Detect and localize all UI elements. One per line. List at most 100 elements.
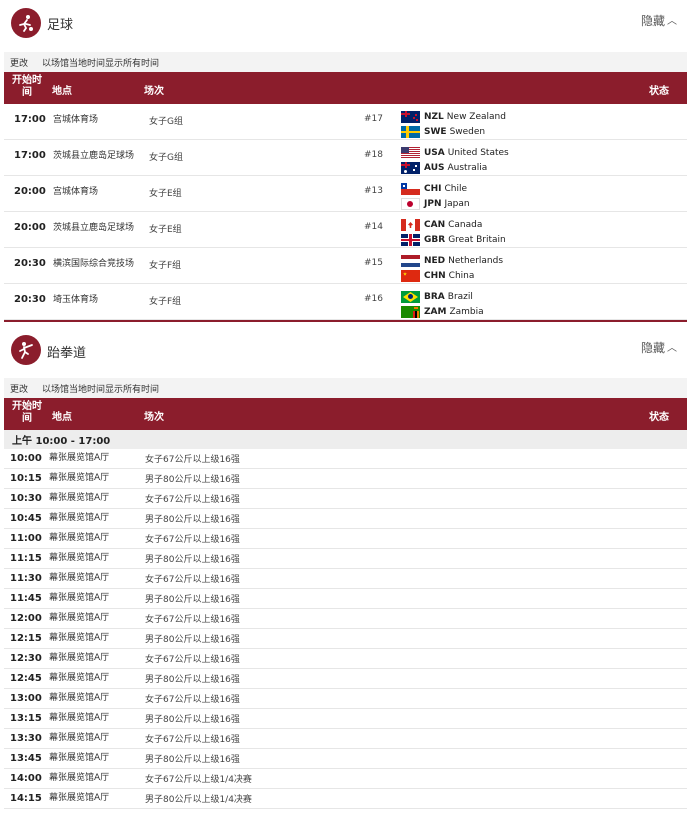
- team-code: CHN: [424, 271, 446, 281]
- match-venue: 茨城县立鹿岛足球场: [53, 223, 135, 233]
- event-time: 13:15: [10, 713, 42, 724]
- event-time: 10:30: [10, 493, 42, 504]
- event-name: 男子80公斤以上级16强: [145, 755, 240, 765]
- change-timezone-link[interactable]: 更改: [10, 56, 28, 69]
- table-row[interactable]: 10:00 幕张展览馆A厅 女子67公斤以上级16强: [4, 449, 687, 469]
- team-away: ZAM Zambia: [401, 305, 484, 319]
- event-name: 女子67公斤以上级16强: [145, 735, 240, 745]
- hide-label: 隐藏: [640, 14, 665, 28]
- match-number: #13: [364, 186, 383, 196]
- table-row[interactable]: 12:45 幕张展览馆A厅 男子80公斤以上级16强: [4, 669, 687, 689]
- table-row[interactable]: 20:00 宫城体育场 女子E组 #13 CHI Chile JPN Japan: [4, 176, 687, 212]
- match-venue: 横滨国际综合竞技场: [53, 259, 135, 269]
- event-time: 11:15: [10, 553, 42, 564]
- hide-label: 隐藏: [640, 341, 665, 355]
- event-time: 13:00: [10, 693, 42, 704]
- team-away: AUS Australia: [401, 161, 487, 175]
- table-row[interactable]: 12:15 幕张展览馆A厅 男子80公斤以上级16强: [4, 629, 687, 649]
- event-time: 10:45: [10, 513, 42, 524]
- table-row[interactable]: 12:00 幕张展览馆A厅 女子67公斤以上级16强: [4, 609, 687, 629]
- event-name: 男子80公斤以上级16强: [145, 515, 240, 525]
- event-time: 12:15: [10, 633, 42, 644]
- match-event: 女子F组: [149, 261, 182, 271]
- team-code: ZAM: [424, 307, 447, 317]
- match-number: #15: [364, 258, 383, 268]
- match-event: 女子G组: [149, 153, 183, 163]
- team-home: NZL New Zealand: [401, 110, 506, 124]
- event-time: 10:15: [10, 473, 42, 484]
- table-row[interactable]: 14:15 幕张展览馆A厅 男子80公斤以上级1/4决赛: [4, 789, 687, 809]
- match-time: 17:00: [14, 150, 46, 161]
- event-time: 11:45: [10, 593, 42, 604]
- match-venue: 宫城体育场: [53, 187, 99, 197]
- event-time: 13:45: [10, 753, 42, 764]
- header-event: 场次: [144, 412, 164, 423]
- team-code: CHI: [424, 184, 442, 194]
- chevron-up-icon: ︿: [667, 343, 677, 354]
- team-name: Japan: [444, 199, 470, 209]
- taekwondo-hide-button[interactable]: 隐藏 ︿: [641, 339, 677, 356]
- table-row[interactable]: 13:45 幕张展览馆A厅 男子80公斤以上级16强: [4, 749, 687, 769]
- team-away: SWE Sweden: [401, 125, 485, 139]
- table-row[interactable]: 14:00 幕张展览馆A厅 女子67公斤以上级1/4决赛: [4, 769, 687, 789]
- table-row[interactable]: 13:15 幕张展览馆A厅 男子80公斤以上级16强: [4, 709, 687, 729]
- table-row[interactable]: 10:45 幕张展览馆A厅 男子80公斤以上级16强: [4, 509, 687, 529]
- taekwondo-icon: [11, 335, 41, 365]
- team-code: USA: [424, 148, 445, 158]
- soccer-hide-button[interactable]: 隐藏 ︿: [641, 12, 677, 29]
- event-venue: 幕张展览馆A厅: [49, 793, 110, 803]
- table-row[interactable]: 11:00 幕张展览馆A厅 女子67公斤以上级16强: [4, 529, 687, 549]
- team-name: Great Britain: [448, 235, 506, 245]
- match-time: 17:00: [14, 114, 46, 125]
- team-away: GBR Great Britain: [401, 233, 506, 247]
- table-row[interactable]: 11:30 幕张展览馆A厅 女子67公斤以上级16强: [4, 569, 687, 589]
- event-name: 女子67公斤以上级1/4决赛: [145, 775, 252, 785]
- team-code: AUS: [424, 163, 445, 173]
- event-name: 女子67公斤以上级16强: [145, 455, 240, 465]
- event-venue: 幕张展览馆A厅: [49, 693, 110, 703]
- team-home: CAN Canada: [401, 218, 482, 232]
- team-name: Zambia: [449, 307, 484, 317]
- event-venue: 幕张展览馆A厅: [49, 633, 110, 643]
- event-time: 10:00: [10, 453, 42, 464]
- table-row[interactable]: 10:15 幕张展览馆A厅 男子80公斤以上级16强: [4, 469, 687, 489]
- table-row[interactable]: 20:30 埼玉体育场 女子F组 #16 BRA Brazil ZAM Zambia: [4, 284, 687, 320]
- event-time: 12:00: [10, 613, 42, 624]
- table-row[interactable]: 20:30 横滨国际综合竞技场 女子F组 #15 NED Netherlands …: [4, 248, 687, 284]
- table-row[interactable]: 10:30 幕张展览馆A厅 女子67公斤以上级16强: [4, 489, 687, 509]
- flag-bra-icon: [401, 291, 420, 303]
- taekwondo-header: 跆拳道 隐藏 ︿: [0, 322, 691, 378]
- team-home: NED Netherlands: [401, 254, 503, 268]
- event-venue: 幕张展览馆A厅: [49, 453, 110, 463]
- event-name: 女子67公斤以上级16强: [145, 495, 240, 505]
- table-row[interactable]: 11:45 幕张展览馆A厅 男子80公斤以上级16强: [4, 589, 687, 609]
- event-name: 女子67公斤以上级16强: [145, 575, 240, 585]
- chevron-up-icon: ︿: [667, 16, 677, 27]
- change-timezone-link[interactable]: 更改: [10, 382, 28, 395]
- event-name: 男子80公斤以上级16强: [145, 675, 240, 685]
- match-number: #14: [364, 222, 383, 232]
- table-row[interactable]: 13:30 幕张展览馆A厅 女子67公斤以上级16强: [4, 729, 687, 749]
- table-row[interactable]: 17:00 宫城体育场 女子G组 #17 NZL New Zealand SWE S…: [4, 104, 687, 140]
- soccer-icon: [11, 8, 41, 38]
- match-event: 女子E组: [149, 189, 182, 199]
- event-venue: 幕张展览馆A厅: [49, 613, 110, 623]
- session-header: 上午 10:00 - 17:00: [4, 430, 687, 449]
- team-code: SWE: [424, 127, 447, 137]
- event-venue: 幕张展览馆A厅: [49, 513, 110, 523]
- table-row[interactable]: 12:30 幕张展览馆A厅 女子67公斤以上级16强: [4, 649, 687, 669]
- soccer-title: 足球: [47, 18, 74, 33]
- taekwondo-section: 跆拳道 隐藏 ︿ 更改 以场馆当地时间显示所有时间 开始时间 地点 场次 状态 上…: [0, 322, 691, 809]
- team-away: JPN Japan: [401, 197, 470, 211]
- event-name: 男子80公斤以上级16强: [145, 555, 240, 565]
- event-venue: 幕张展览馆A厅: [49, 753, 110, 763]
- event-name: 女子67公斤以上级16强: [145, 535, 240, 545]
- table-row[interactable]: 11:15 幕张展览馆A厅 男子80公斤以上级16强: [4, 549, 687, 569]
- flag-gbr-icon: [401, 234, 420, 246]
- table-row[interactable]: 17:00 茨城县立鹿岛足球场 女子G组 #18 USA United State…: [4, 140, 687, 176]
- match-time: 20:00: [14, 186, 46, 197]
- team-name: Sweden: [449, 127, 486, 137]
- event-time: 11:00: [10, 533, 42, 544]
- table-row[interactable]: 20:00 茨城县立鹿岛足球场 女子E组 #14 CAN Canada GBR Gr…: [4, 212, 687, 248]
- table-row[interactable]: 13:00 幕张展览馆A厅 女子67公斤以上级16强: [4, 689, 687, 709]
